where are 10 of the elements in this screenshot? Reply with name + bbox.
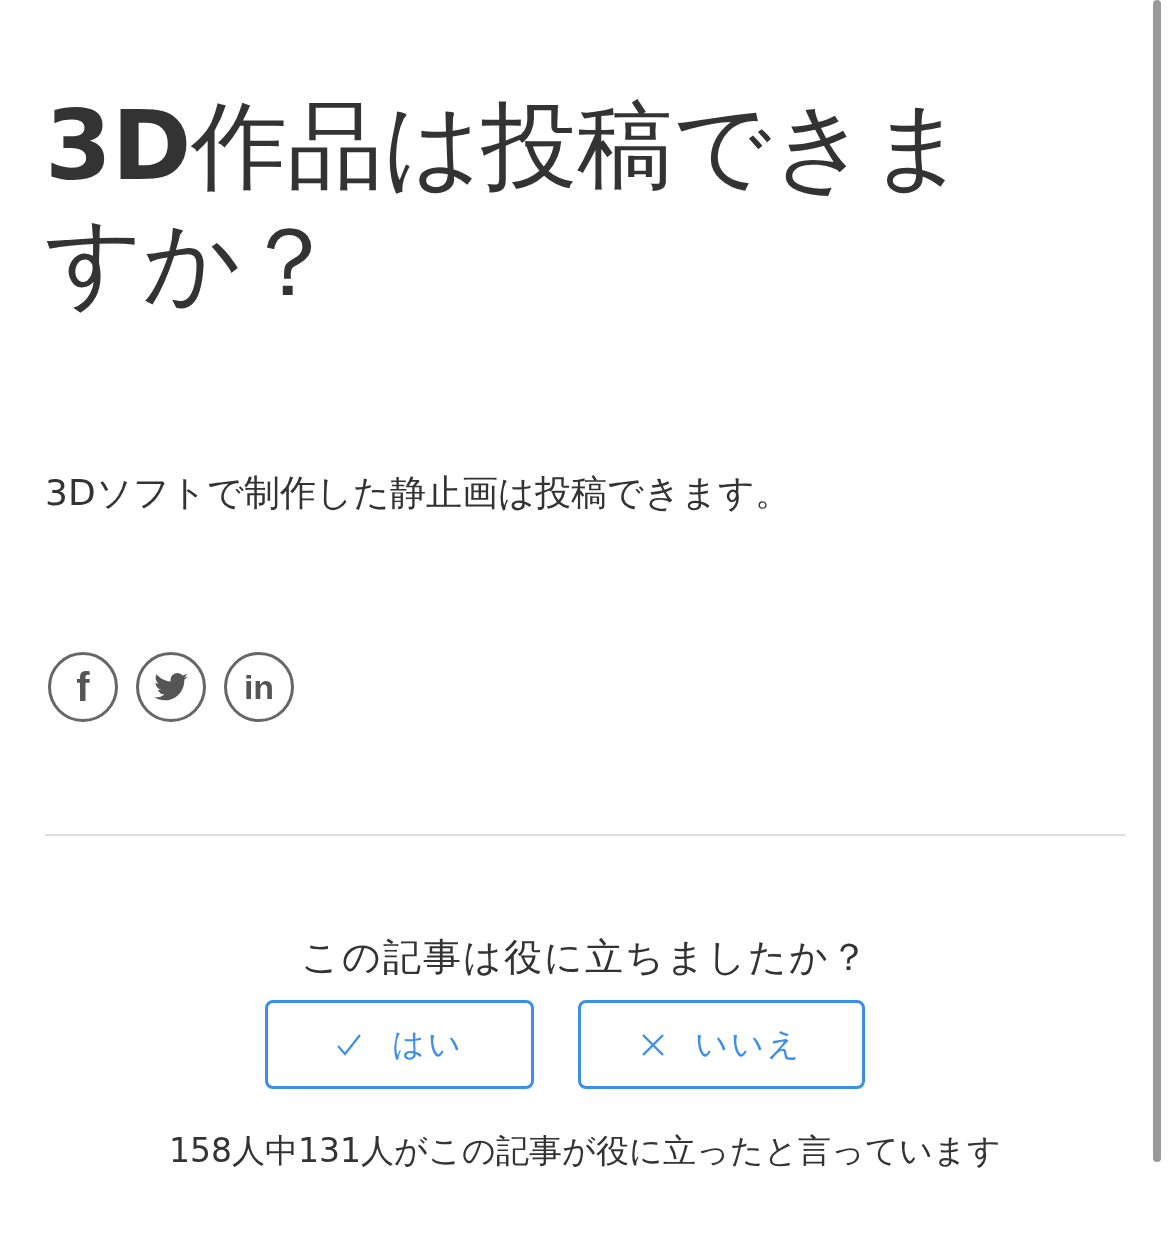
facebook-share-button[interactable]: f	[48, 652, 118, 722]
twitter-share-button[interactable]	[136, 652, 206, 722]
bird-icon	[154, 673, 188, 701]
article-text: 3Dソフトで制作した静止画は投稿できます。	[45, 471, 792, 515]
helpful-count-text: 158人中131人がこの記事が役に立ったと言っています	[169, 1130, 1001, 1172]
article-title: 3D作品は投稿できますか？	[45, 89, 969, 320]
close-icon	[640, 1032, 665, 1057]
feedback-question: この記事は役に立ちましたか？	[300, 934, 870, 981]
linkedin-share-button[interactable]: in	[224, 652, 294, 722]
scrollbar[interactable]	[1153, 0, 1161, 1162]
